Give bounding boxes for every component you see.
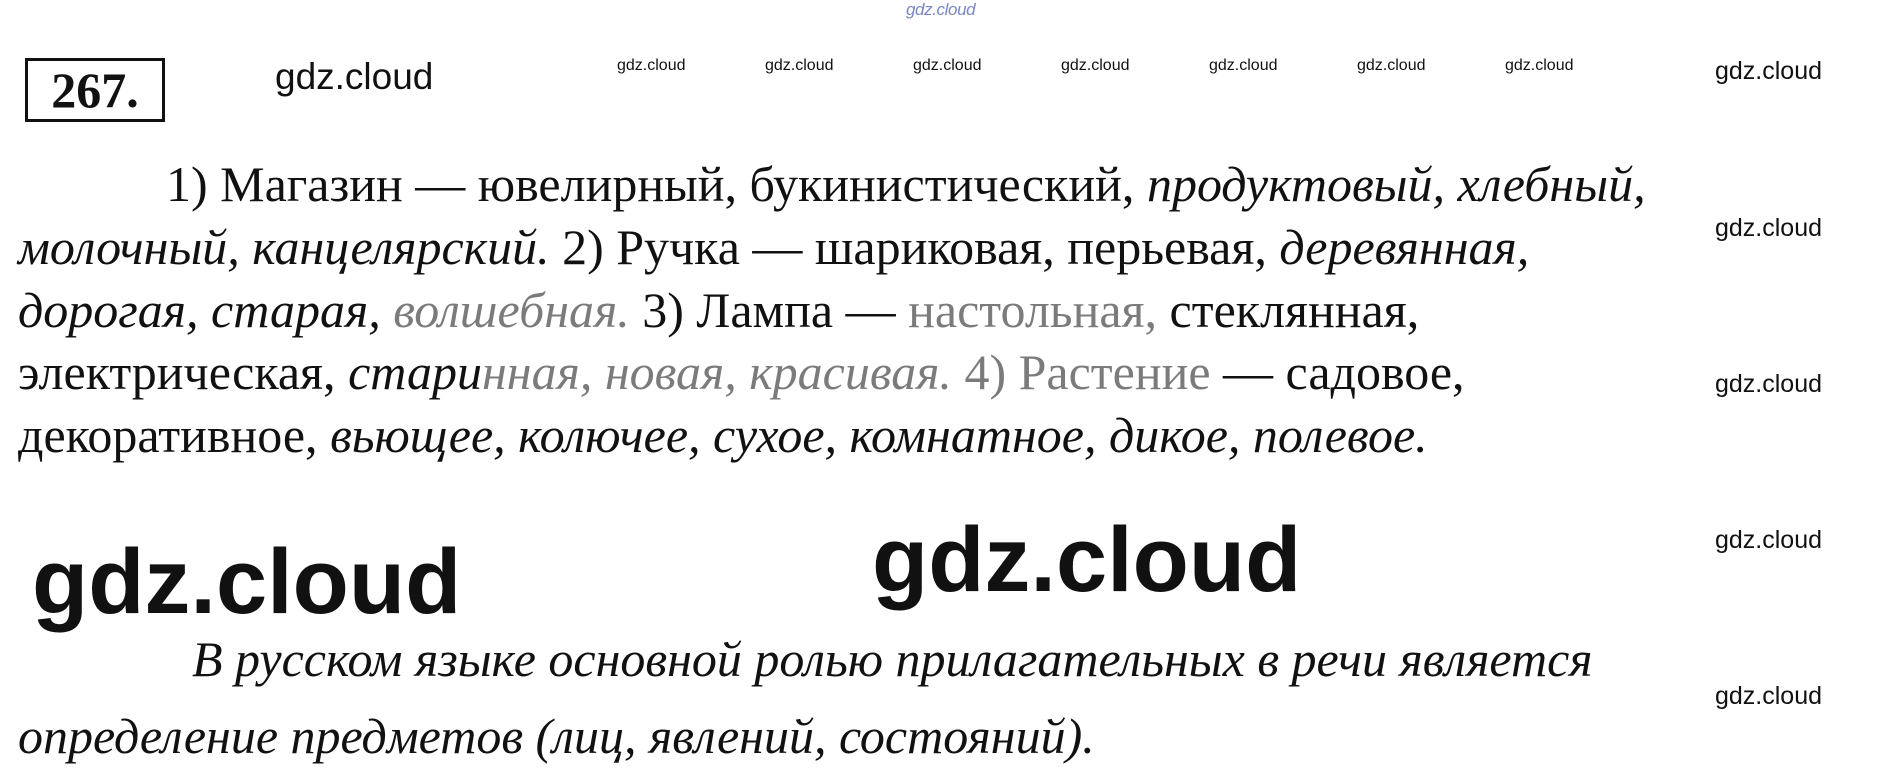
answer-text-italic-faded: нная, новая, красивая. — [481, 344, 952, 401]
watermark-small: gdz.cloud — [1061, 57, 1130, 74]
answer-text: — садовое, — [1210, 344, 1465, 401]
conclusion-line: определение предметов (лиц, явлений, сос… — [18, 708, 1095, 764]
answer-line: молочный, канцелярский. 2) Ручка — шарик… — [18, 216, 1903, 279]
answer-text-italic: дорогая, старая, — [18, 281, 394, 338]
answer-text: стеклянная, — [1169, 281, 1420, 338]
exercise-page: { "watermarks": { "top": "gdz.cloud", "h… — [0, 0, 1904, 773]
watermark-small: gdz.cloud — [1505, 57, 1574, 74]
watermark-right: gdz.cloud — [1715, 526, 1823, 554]
answer-text-italic: стари — [348, 344, 482, 401]
answer-text-italic-faded: волшебная. — [393, 281, 630, 338]
answer-line: электрическая, старинная, новая, красива… — [18, 341, 1903, 404]
watermark-top: gdz.cloud — [906, 0, 976, 19]
watermark-small: gdz.cloud — [617, 57, 686, 74]
watermark-right: gdz.cloud — [1715, 57, 1823, 85]
answer-text: 3) Лампа — — [629, 281, 909, 338]
watermark-big-center: gdz.cloud — [872, 509, 1302, 611]
task-number-box: 267. — [25, 58, 165, 122]
task-number: 267. — [51, 62, 139, 118]
answer-text: 2) Ручка — шариковая, перьевая, — [549, 218, 1280, 275]
conclusion-line: В русском языке основной ролью прилагате… — [192, 631, 1593, 687]
watermark-header: gdz.cloud — [275, 56, 434, 97]
answer-paragraph: 1) Магазин — ювелирный, букинистический,… — [18, 153, 1903, 467]
answer-text-italic: продуктовый, хлебный, — [1146, 156, 1646, 212]
watermark-small: gdz.cloud — [913, 57, 982, 74]
conclusion-paragraph: В русском языке основной ролью прилагате… — [18, 621, 1903, 775]
answer-line: дорогая, старая, волшебная. 3) Лампа — н… — [18, 279, 1903, 342]
answer-text: 1) Магазин — ювелирный, букинистический, — [166, 156, 1147, 212]
answer-text: декоративное, — [18, 407, 331, 464]
watermark-small: gdz.cloud — [1209, 57, 1278, 74]
answer-text: электрическая, — [18, 344, 349, 401]
watermark-big-left: gdz.cloud — [32, 531, 462, 633]
watermark-small: gdz.cloud — [1357, 57, 1426, 74]
answer-line: 1) Магазин — ювелирный, букинистический,… — [18, 153, 1903, 216]
answer-text-italic: молочный, канцелярский. — [18, 218, 550, 275]
answer-text-faded: настольная, — [908, 281, 1170, 338]
answer-text-italic: деревянная, — [1279, 218, 1530, 275]
answer-line: декоративное, вьющее, колючее, сухое, ко… — [18, 404, 1903, 467]
answer-text-faded: 4) Растение — [951, 344, 1211, 401]
answer-text-italic: вьющее, колючее, сухое, комнатное, дикое… — [330, 407, 1428, 464]
watermark-small: gdz.cloud — [765, 57, 834, 74]
